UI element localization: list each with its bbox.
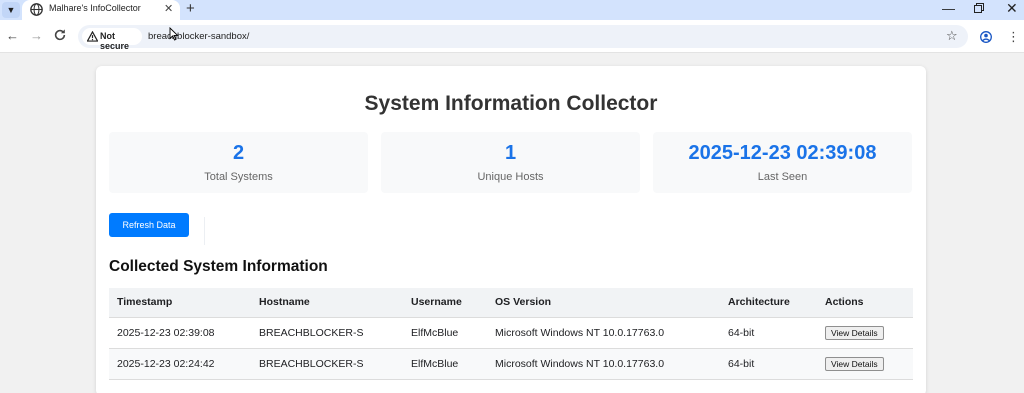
stat-label: Total Systems [204, 171, 273, 183]
star-icon[interactable]: ☆ [946, 28, 958, 44]
header-architecture: Architecture [720, 288, 817, 318]
cell-os-version: Microsoft Windows NT 10.0.17763.0 [487, 317, 720, 349]
stat-unique-hosts: 1 Unique Hosts [381, 132, 640, 193]
browser-toolbar: ← → Not secure breachblocker-sandbox/ ☆ [0, 20, 1024, 53]
stat-last-seen: 2025-12-23 02:39:08 Last Seen [653, 132, 912, 193]
stat-label: Last Seen [757, 171, 808, 183]
stat-value: 2025-12-23 02:39:08 [688, 142, 877, 164]
tab-strip: ▼ Malhare's InfoCollector ✕ + — ✕ [0, 0, 1024, 20]
section-title: Collected System Information [109, 258, 328, 275]
header-os-version: OS Version [487, 288, 720, 318]
restore-icon[interactable] [974, 3, 984, 13]
stat-label: Unique Hosts [477, 171, 544, 183]
minimize-icon[interactable]: — [942, 1, 955, 16]
cell-architecture: 64-bit [720, 317, 817, 349]
stat-total-systems: 2 Total Systems [109, 132, 368, 193]
cell-actions: View Details [817, 317, 913, 349]
reload-icon[interactable] [53, 28, 67, 42]
page-title: System Information Collector [364, 92, 658, 115]
menu-icon[interactable]: ⋮ [1007, 29, 1020, 45]
stat-value: 1 [504, 142, 517, 164]
profile-icon[interactable] [980, 31, 992, 43]
cell-hostname: BREACHBLOCKER-S [251, 348, 403, 380]
security-chip[interactable]: Not secure [82, 28, 142, 51]
cell-timestamp: 2025-12-23 02:24:42 [109, 348, 251, 380]
address-bar[interactable]: Not secure breachblocker-sandbox/ ☆ [78, 25, 968, 51]
refresh-data-button[interactable]: Refresh Data [109, 213, 189, 237]
cell-username: ElfMcBlue [403, 317, 487, 349]
window-close-icon[interactable]: ✕ [1006, 0, 1018, 17]
cell-hostname: BREACHBLOCKER-S [251, 317, 403, 349]
close-icon[interactable]: ✕ [164, 2, 173, 16]
table-row: 2025-12-23 02:24:42 BREACHBLOCKER-S ElfM… [109, 348, 913, 380]
cell-username: ElfMcBlue [403, 348, 487, 380]
globe-icon [30, 3, 43, 16]
table-row: 2025-12-23 02:39:08 BREACHBLOCKER-S ElfM… [109, 317, 913, 349]
plus-icon[interactable]: + [186, 0, 195, 18]
cell-actions: View Details [817, 348, 913, 380]
cell-architecture: 64-bit [720, 348, 817, 380]
tab-list-icon[interactable]: ▼ [2, 2, 20, 18]
browser-tab[interactable]: Malhare's InfoCollector ✕ [22, 0, 180, 20]
security-label: Not secure [100, 31, 130, 51]
tab-title: Malhare's InfoCollector [49, 3, 141, 13]
divider [204, 217, 205, 245]
stat-value: 2 [232, 142, 245, 164]
header-timestamp: Timestamp [109, 288, 251, 318]
header-actions: Actions [817, 288, 913, 318]
systems-table: Timestamp Hostname Username OS Version A… [109, 288, 913, 380]
cell-os-version: Microsoft Windows NT 10.0.17763.0 [487, 348, 720, 380]
view-details-button[interactable]: View Details [825, 356, 884, 371]
url-text[interactable]: breachblocker-sandbox/ [148, 31, 249, 42]
table-header-row: Timestamp Hostname Username OS Version A… [109, 288, 913, 318]
forward-icon[interactable]: → [30, 29, 43, 43]
cell-timestamp: 2025-12-23 02:39:08 [109, 317, 251, 349]
header-hostname: Hostname [251, 288, 403, 318]
header-username: Username [403, 288, 487, 318]
view-details-button[interactable]: View Details [825, 325, 884, 340]
main-card: System Information Collector 2 Total Sys… [96, 66, 926, 393]
warning-icon [87, 31, 98, 42]
cursor-icon [169, 27, 179, 41]
back-icon[interactable]: ← [6, 29, 19, 43]
